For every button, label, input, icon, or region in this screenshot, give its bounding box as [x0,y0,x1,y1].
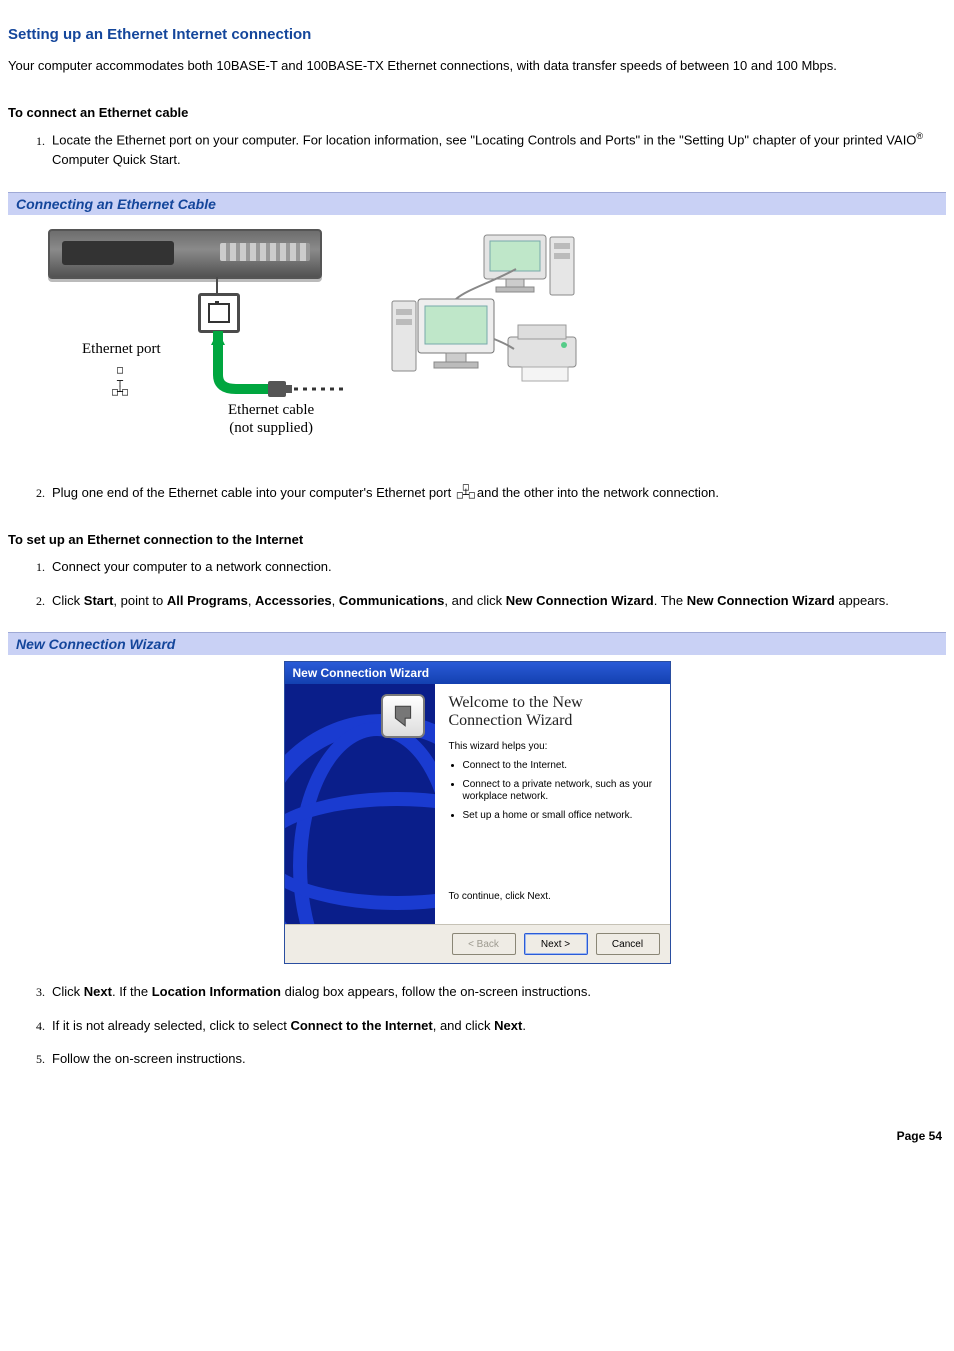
setup-step-4: If it is not already selected, click to … [48,1016,946,1036]
computer-device-illustration [48,229,322,279]
registered-mark: ® [916,131,923,141]
step1-text-b: Computer Quick Start. [52,152,181,167]
wizard-next-button[interactable]: Next > [524,933,588,955]
wizard-titlebar: New Connection Wizard [285,662,670,684]
setup-heading: To set up an Ethernet connection to the … [8,532,946,547]
step-plug-b: and the other into the network connectio… [477,485,719,500]
ethernet-cable-arrow-icon [208,331,348,401]
page-number: Page 54 [8,1129,946,1143]
page-title: Setting up an Ethernet Internet connecti… [8,26,946,43]
wizard-heading: Welcome to the New Connection Wizard [449,694,656,730]
ethernet-port-label: Ethernet port [82,341,161,358]
network-devices-illustration [388,229,598,429]
connect-cable-heading: To connect an Ethernet cable [8,105,946,120]
callout-line [216,277,218,293]
wizard-bullet-list: Connect to the Internet. Connect to a pr… [449,760,656,828]
ethernet-port-callout [198,293,240,333]
wizard-helps-text: This wizard helps you: [449,740,656,754]
step1-text-a: Locate the Ethernet port on your compute… [52,133,916,148]
wizard-bullet: Set up a home or small office network. [463,810,656,823]
setup-step-5: Follow the on-screen instructions. [48,1049,946,1069]
wizard-bullet: Connect to a private network, such as yo… [463,779,656,804]
ethernet-symbol-icon: □┬□┴□ [112,365,127,398]
figure-cable-body: Ethernet port □┬□┴□ Ethernet cable (not … [8,215,946,477]
wizard-cancel-button[interactable]: Cancel [596,933,660,955]
wizard-bullet: Connect to the Internet. [463,760,656,773]
ethernet-cable-caption: Ethernet cable (not supplied) [228,401,314,439]
figure-wizard-title: New Connection Wizard [8,632,946,655]
setup-step-2: Click Start, point to All Programs, Acce… [48,591,946,611]
ethernet-inline-icon: □□┴□ [457,484,475,500]
wizard-badge-icon [381,694,425,738]
wizard-back-button[interactable]: < Back [452,933,516,955]
connect-cable-step-2: Plug one end of the Ethernet cable into … [48,483,946,503]
figure-cable-title: Connecting an Ethernet Cable [8,192,946,215]
connect-cable-step-1: Locate the Ethernet port on your compute… [48,130,946,169]
wizard-sidebar-graphic [285,684,435,924]
step-plug-a: Plug one end of the Ethernet cable into … [52,485,455,500]
setup-step-3: Click Next. If the Location Information … [48,982,946,1002]
wizard-window: New Connection Wizard Welcome to the New… [284,661,671,964]
intro-paragraph: Your computer accommodates both 10BASE-T… [8,57,946,75]
setup-step-1: Connect your computer to a network conne… [48,557,946,577]
wizard-continue-text: To continue, click Next. [449,840,656,904]
